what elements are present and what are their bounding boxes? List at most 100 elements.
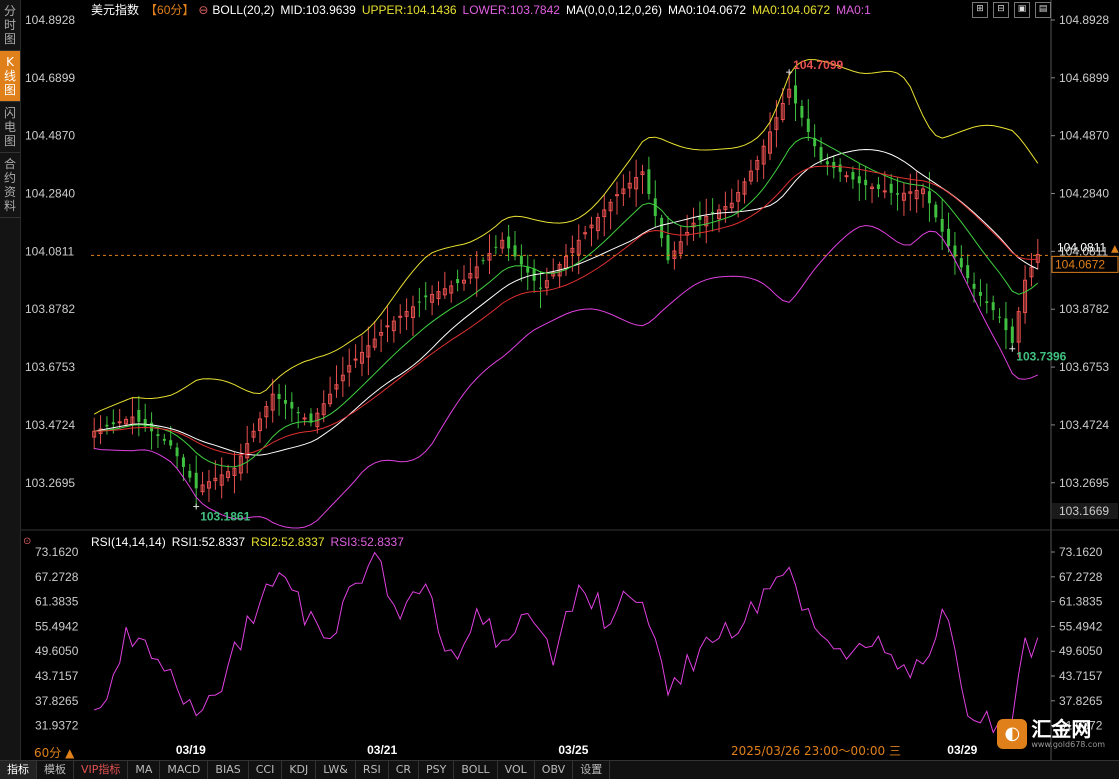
rsi1-label: RSI1:52.8337 bbox=[172, 535, 246, 549]
side-tab-1[interactable]: K线图 bbox=[0, 51, 20, 102]
indicator-tab-5[interactable]: BIAS bbox=[208, 761, 249, 779]
candle-body-41 bbox=[353, 358, 358, 361]
candle-body-116 bbox=[832, 161, 836, 169]
candle-body-131 bbox=[927, 191, 931, 204]
settings-icon: ⊖ bbox=[198, 3, 208, 17]
datetime-readout: 2025/03/26 23:00～00:00 三 bbox=[731, 744, 901, 758]
candle-body-121 bbox=[864, 179, 868, 186]
rsi-right-tick-3: 55.4942 bbox=[1059, 619, 1103, 633]
left-tick-5: 103.8782 bbox=[25, 302, 75, 316]
candle-body-33 bbox=[302, 417, 307, 420]
candle-body-137 bbox=[966, 265, 970, 279]
candle-body-57 bbox=[456, 279, 460, 284]
side-tab-2[interactable]: 闪电图 bbox=[0, 102, 20, 153]
x-tick-2: 03/25 bbox=[558, 743, 588, 757]
rsi-right-tick-4: 49.6050 bbox=[1059, 644, 1103, 658]
candle-body-126 bbox=[896, 193, 900, 195]
indicator-tab-15[interactable]: 设置 bbox=[573, 761, 611, 779]
low-marker-2: 103.7396 bbox=[1016, 350, 1066, 364]
window-button-2[interactable]: ▣ bbox=[1014, 2, 1030, 18]
candle-body-124 bbox=[882, 190, 887, 193]
right-tick-0: 104.8928 bbox=[1059, 13, 1109, 27]
indicator-tab-2[interactable]: VIP指标 bbox=[74, 761, 129, 779]
candle-body-15 bbox=[188, 470, 192, 478]
rsi-left-tick-6: 37.8265 bbox=[35, 694, 79, 708]
candle-body-52 bbox=[424, 295, 428, 298]
candle-body-29 bbox=[277, 393, 281, 399]
rsi-right-tick-1: 67.2728 bbox=[1059, 570, 1103, 584]
current-price-label: 104.0672 bbox=[1055, 257, 1105, 271]
side-tabs: 分时图K线图闪电图合约资料 bbox=[0, 0, 21, 760]
last-price-label: 104.0811 bbox=[1057, 240, 1106, 254]
window-button-3[interactable]: ▤ bbox=[1035, 2, 1051, 18]
indicator-tab-10[interactable]: CR bbox=[389, 761, 420, 779]
candle-body-68 bbox=[526, 267, 530, 273]
right-tick-5: 103.8782 bbox=[1059, 302, 1109, 316]
x-tick-3: 03/29 bbox=[947, 743, 977, 757]
kline-chart[interactable]: 104.8928 104.8928 104.6899 104.6899 104.4870… bbox=[21, 0, 1119, 760]
right-tick-1: 104.6899 bbox=[1059, 71, 1109, 85]
candle-body-87 bbox=[647, 169, 651, 194]
indicator-tab-7[interactable]: KDJ bbox=[282, 761, 317, 779]
candle-body-82 bbox=[615, 194, 620, 197]
candle-body-4 bbox=[117, 421, 122, 424]
candle-body-88 bbox=[653, 198, 657, 217]
candle-body-9 bbox=[150, 422, 154, 432]
rsi-settings-icon: ⊙ bbox=[23, 536, 31, 547]
candle-body-133 bbox=[940, 218, 944, 232]
indicator-tab-9[interactable]: RSI bbox=[356, 761, 389, 779]
candle-body-119 bbox=[851, 172, 855, 180]
chart-title: 美元指数 bbox=[91, 2, 139, 17]
timeframe-label[interactable]: 60分 ▲ bbox=[34, 744, 74, 761]
window-button-0[interactable]: ⊞ bbox=[972, 2, 988, 18]
indicator-tab-8[interactable]: LW& bbox=[316, 761, 356, 779]
indicator-tab-14[interactable]: OBV bbox=[535, 761, 574, 779]
candle-body-111 bbox=[800, 105, 804, 118]
left-tick-7: 103.4724 bbox=[25, 418, 75, 432]
candle-body-110 bbox=[794, 85, 798, 104]
candle-body-134 bbox=[947, 228, 951, 247]
rsi-left-tick-4: 49.6050 bbox=[35, 644, 79, 658]
right-tick-3: 104.2840 bbox=[1059, 187, 1109, 201]
ma12-line bbox=[94, 136, 1039, 468]
indicator-tab-13[interactable]: VOL bbox=[498, 761, 535, 779]
side-tab-3[interactable]: 合约资料 bbox=[0, 153, 20, 218]
ma0-label-3: MA0:1 bbox=[836, 3, 871, 17]
boll-upper-line bbox=[93, 59, 1039, 415]
candle-body-125 bbox=[889, 183, 893, 193]
x-tick-0: 03/19 bbox=[176, 743, 206, 757]
rsi-left-tick-3: 55.4942 bbox=[35, 619, 79, 633]
candle-body-97 bbox=[711, 212, 715, 214]
rsi-right-tick-6: 37.8265 bbox=[1059, 694, 1103, 708]
indicator-tab-11[interactable]: PSY bbox=[419, 761, 455, 779]
rsi-left-tick-1: 67.2728 bbox=[35, 570, 79, 584]
rsi3-label: RSI3:52.8337 bbox=[331, 535, 405, 549]
candle-body-118 bbox=[844, 175, 849, 178]
ma-label: MA(0,0,0,12,0,26) bbox=[566, 3, 662, 17]
left-tick-8: 103.2695 bbox=[25, 476, 75, 490]
indicator-tab-6[interactable]: CCI bbox=[249, 761, 283, 779]
candle-body-3 bbox=[111, 422, 115, 425]
right-tick-2: 104.4870 bbox=[1059, 129, 1109, 143]
rsi-left-tick-2: 61.3835 bbox=[35, 595, 79, 609]
price-up-arrow-icon: ▲ bbox=[1111, 243, 1119, 254]
candle-body-16 bbox=[194, 472, 198, 489]
candle-body-65 bbox=[507, 236, 511, 249]
indicator-tab-4[interactable]: MACD bbox=[160, 761, 209, 779]
candle-body-31 bbox=[290, 401, 294, 409]
indicator-tab-3[interactable]: MA bbox=[128, 761, 161, 779]
indicator-tab-1[interactable]: 模板 bbox=[37, 761, 74, 779]
right-tick-6: 103.6753 bbox=[1059, 360, 1109, 374]
left-tick-4: 104.0811 bbox=[25, 244, 74, 258]
window-button-1[interactable]: ⊟ bbox=[993, 2, 1009, 18]
candle-body-140 bbox=[985, 301, 989, 304]
indicator-tab-0[interactable]: 指标 bbox=[0, 761, 37, 779]
side-tab-0[interactable]: 分时图 bbox=[0, 0, 20, 51]
candle-body-14 bbox=[181, 457, 185, 467]
candle-body-123 bbox=[876, 184, 880, 189]
logo-name: 汇金网 bbox=[1031, 717, 1092, 741]
candle-body-136 bbox=[959, 258, 963, 268]
indicator-tab-12[interactable]: BOLL bbox=[454, 761, 498, 779]
left-tick-0: 104.8928 bbox=[25, 13, 75, 27]
rsi-right-tick-5: 43.7157 bbox=[1059, 669, 1103, 683]
